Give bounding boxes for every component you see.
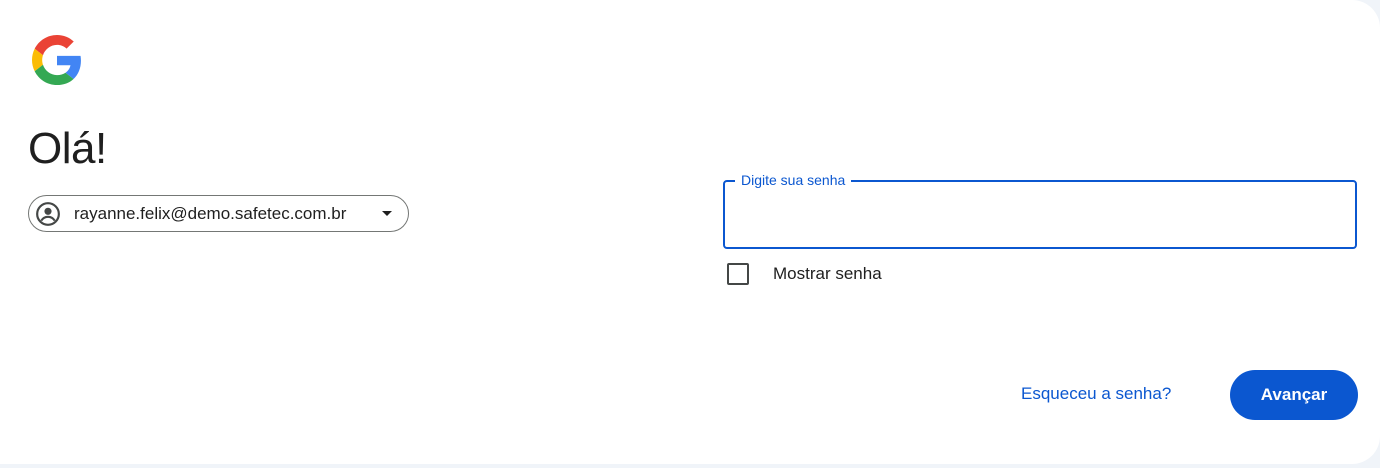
page-title: Olá! [28, 124, 107, 173]
caret-down-icon [382, 211, 392, 216]
show-password-toggle[interactable]: Mostrar senha [727, 263, 882, 285]
password-field: Digite sua senha [723, 172, 1357, 249]
forgot-password-link[interactable]: Esqueceu a senha? [1021, 384, 1171, 404]
next-button[interactable]: Avançar [1230, 370, 1358, 420]
password-input[interactable] [739, 196, 1343, 234]
password-label: Digite sua senha [735, 172, 852, 188]
signin-card: Olá! rayanne.felix@demo.safetec.com.br D… [0, 0, 1380, 464]
account-email: rayanne.felix@demo.safetec.com.br [74, 203, 347, 223]
account-circle-icon [35, 201, 61, 227]
show-password-checkbox[interactable] [727, 263, 749, 285]
account-chooser-button[interactable]: rayanne.felix@demo.safetec.com.br [28, 195, 409, 232]
google-logo-icon [32, 35, 81, 85]
show-password-label: Mostrar senha [773, 264, 882, 283]
